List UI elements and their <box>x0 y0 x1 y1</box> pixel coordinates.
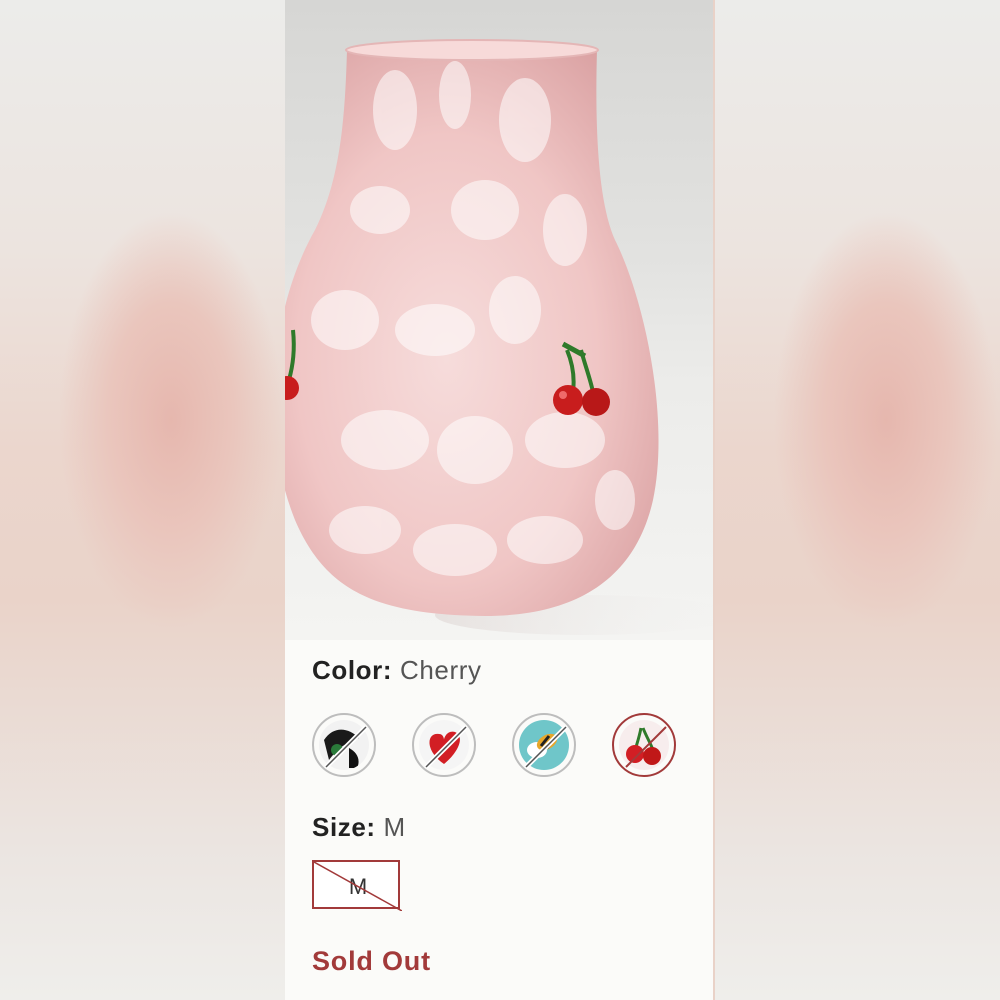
size-option-m[interactable]: M <box>312 860 402 911</box>
product-image <box>285 0 713 640</box>
color-value: Cherry <box>399 655 482 685</box>
swatch-bee[interactable] <box>512 713 576 777</box>
size-selector-label: Size: M <box>312 812 406 843</box>
unavailable-strike-icon <box>524 725 568 769</box>
swatch-cherry[interactable] <box>612 713 676 777</box>
blurred-background-right <box>715 0 1000 1000</box>
color-label: Color: <box>312 655 393 685</box>
size-value: M <box>383 812 406 842</box>
blurred-background-left <box>0 0 285 1000</box>
swatch-black-white-swirl[interactable] <box>312 713 376 777</box>
unavailable-strike-icon <box>424 725 468 769</box>
color-swatches <box>312 713 692 779</box>
unavailable-strike-icon <box>314 862 402 911</box>
swatch-red-heart[interactable] <box>412 713 476 777</box>
product-panel: Color: Cherry Size: M Sold Out <box>285 0 713 1000</box>
sold-out-status: Sold Out <box>312 946 431 976</box>
unavailable-strike-icon <box>625 726 667 768</box>
unavailable-strike-icon <box>324 725 368 769</box>
size-label: Size: <box>312 812 376 842</box>
color-selector-label: Color: Cherry <box>312 655 482 686</box>
